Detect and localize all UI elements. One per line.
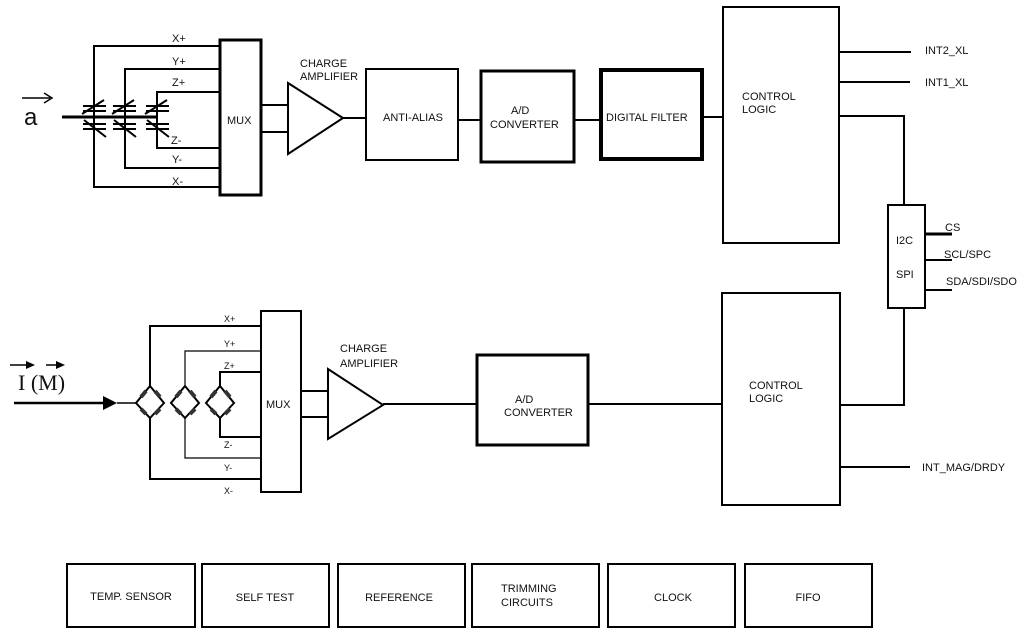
mag-charge-amp-label-1: CHARGE [340,343,387,355]
mag-control-logic-label-2: LOGIC [749,393,783,405]
accelerometer-chain: a X+ Y+ Z+ Z- Y- X- MUX CHARGE AMPLIFIER… [22,6,968,244]
mag-adc-label-1: A/D [515,394,533,406]
digital-filter-label: DIGITAL FILTER [606,112,688,124]
channel-label-y-minus: Y- [172,154,182,166]
spi-label: SPI [896,269,914,281]
mag-channel-label-x-minus: X- [224,486,233,496]
mag-channel-label-y-minus: Y- [224,463,232,473]
accel-control-logic-label-2: LOGIC [742,104,776,116]
accel-charge-amp-label-2: AMPLIFIER [300,71,358,83]
int-mag-drdy-label: INT_MAG/DRDY [922,462,1006,474]
channel-label-z-minus: Z- [171,135,182,147]
wheatstone-bridges [134,384,236,420]
accel-adc-label-2: CONVERTER [490,119,559,131]
trimming-circuits-label-1: TRIMMING [501,583,557,595]
accel-charge-amp-label-1: CHARGE [300,58,347,70]
bridge-x [134,384,166,420]
mag-channel-label-z-plus: Z+ [224,361,235,371]
vector-arrow-icon [56,361,65,369]
mag-charge-amp-label-2: AMPLIFIER [340,358,398,370]
channel-label-z-plus: Z+ [172,77,185,89]
mag-channel-label-x-plus: X+ [224,314,235,324]
mag-mux-label: MUX [266,399,291,411]
int1-xl-label: INT1_XL [925,77,968,89]
accel-to-interface-wire [839,115,905,205]
trimming-circuits-label-2: CIRCUITS [501,597,553,609]
bridge-z [204,384,236,420]
mag-input-symbol: I (M) [18,370,65,395]
trimming-circuits-block [471,563,600,628]
sda-sdi-sdo-pin-label: SDA/SDI/SDO [946,276,1017,288]
block-diagram: a X+ Y+ Z+ Z- Y- X- MUX CHARGE AMPLIFIER… [10,6,1017,628]
self-test-label: SELF TEST [236,592,295,604]
accel-adc-label-1: A/D [511,105,529,117]
mag-adc-label-2: CONVERTER [504,407,573,419]
mag-input: I (M) [10,361,136,410]
mag-control-logic-label-1: CONTROL [749,380,803,392]
reference-label: REFERENCE [365,592,433,604]
mag-to-interface-wire [840,308,905,406]
mag-channel-label-z-minus: Z- [224,440,233,450]
accel-control-logic-label-1: CONTROL [742,91,796,103]
mag-channel-labels: X+ Y+ Z+ Z- Y- X- [224,314,235,496]
accel-channel-labels: X+ Y+ Z+ Z- Y- X- [171,33,186,188]
input-arrow-icon [103,396,117,410]
i2c-spi-block [887,204,926,309]
channel-label-x-plus: X+ [172,33,186,45]
accel-control-logic-block [722,6,840,244]
magnetometer-chain: I (M) X+ Y+ Z+ Z- Y- X- MUX CHARGE AMPLI… [10,292,1006,506]
clock-label: CLOCK [654,592,693,604]
cs-pin-label: CS [945,222,960,234]
bridge-y [169,384,201,420]
auxiliary-blocks: TEMP. SENSOR SELF TEST REFERENCE TRIMMIN… [66,563,873,628]
anti-alias-label: ANTI-ALIAS [383,112,443,124]
mag-charge-amplifier [327,367,385,441]
scl-spc-pin-label: SCL/SPC [944,249,991,261]
temp-sensor-label: TEMP. SENSOR [90,591,172,603]
mag-channel-label-y-plus: Y+ [224,339,235,349]
channel-label-y-plus: Y+ [172,56,186,68]
accel-charge-amplifier [287,81,345,156]
bridge-resistors [139,389,232,416]
i2c-label: I2C [896,235,913,247]
accel-mux-label: MUX [227,115,252,127]
fifo-label: FIFO [795,592,820,604]
int2-xl-label: INT2_XL [925,45,968,57]
serial-interface: I2C SPI CS SCL/SPC SDA/SDI/SDO [887,204,1017,309]
accel-input-symbol: a [24,104,38,131]
channel-label-x-minus: X- [172,176,183,188]
vector-arrow-icon [26,361,35,369]
